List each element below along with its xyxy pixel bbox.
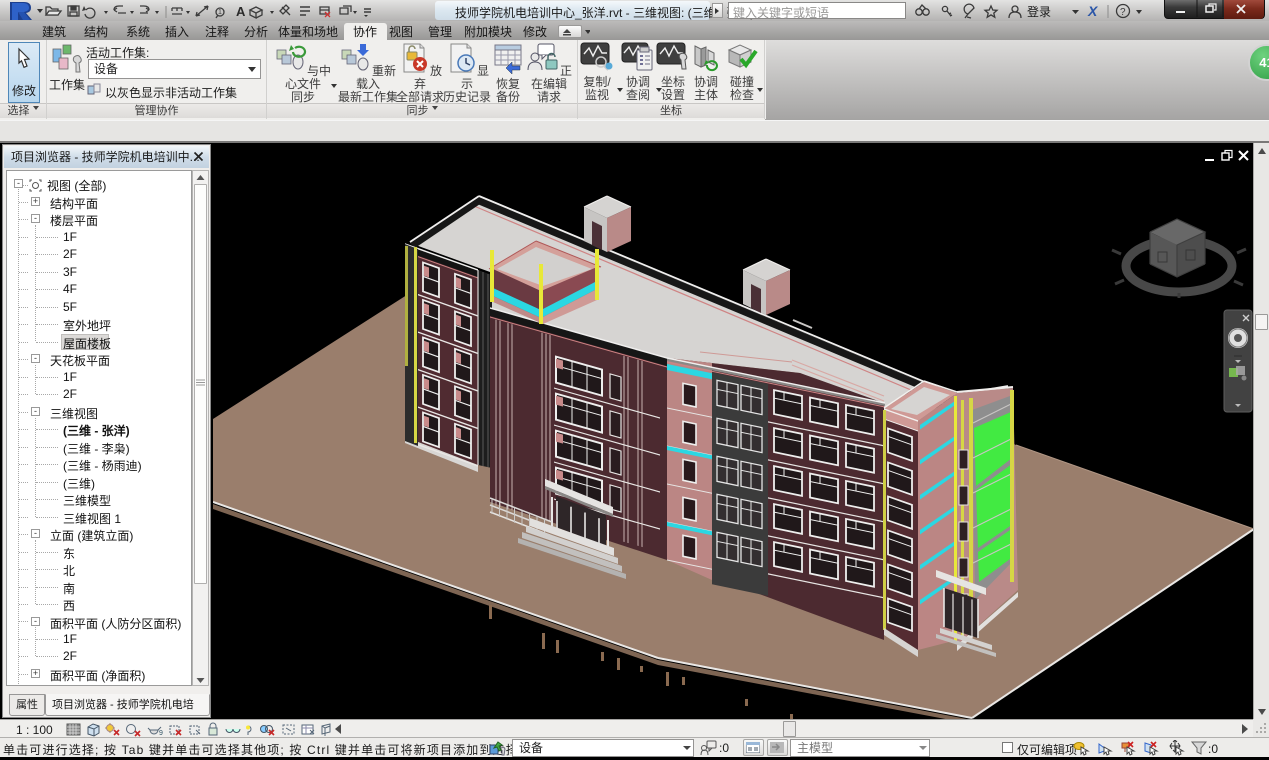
svg-text:A: A bbox=[236, 4, 246, 19]
svg-text:?: ? bbox=[1120, 7, 1126, 18]
svg-text:登录: 登录 bbox=[1027, 4, 1051, 19]
svg-text:9: 9 bbox=[159, 730, 163, 737]
svg-text:1: 1 bbox=[218, 9, 222, 16]
svg-text:X: X bbox=[1087, 3, 1099, 19]
svg-text::0: :0 bbox=[1208, 742, 1218, 756]
